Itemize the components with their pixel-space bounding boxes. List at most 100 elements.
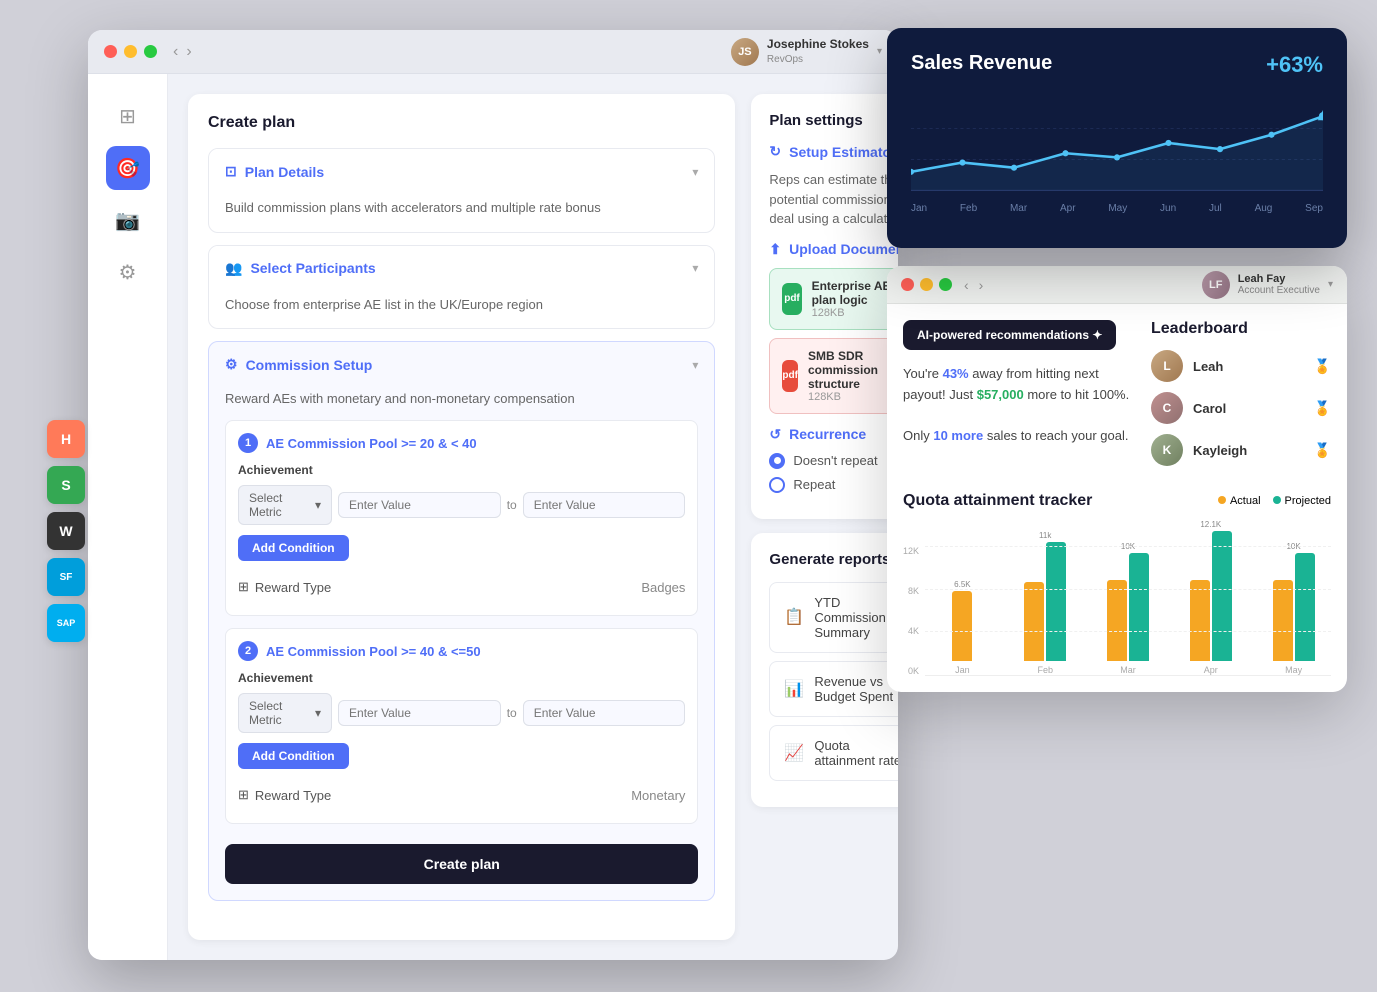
ai-highlight-10more: 10 more [933, 428, 983, 443]
avatar: JS [731, 38, 759, 66]
app-sap[interactable]: SAP [47, 604, 85, 642]
leader-avatar-3: K [1151, 434, 1183, 466]
medal-2: 🏅 [1314, 400, 1331, 417]
app-sheets[interactable]: S [47, 466, 85, 504]
app-salesforce[interactable]: SF [47, 558, 85, 596]
sidebar-item-grid[interactable]: ⊞ [106, 94, 150, 138]
maximize-button-2[interactable] [939, 278, 952, 291]
tier-2-to: to [507, 706, 517, 720]
sidebar: ⊞ 🎯 📷 ⚙ [88, 74, 168, 960]
tier-1-metric-select[interactable]: Select Metric ▾ [238, 485, 332, 525]
upload-document-title: ⬆ Upload Document [769, 241, 898, 258]
back-button[interactable]: ‹ [173, 43, 178, 61]
sidebar-item-target[interactable]: 🎯 [106, 146, 150, 190]
bar-group-4: 12.1K Apr [1173, 520, 1248, 675]
tier-1-to: to [507, 498, 517, 512]
upload-document-header[interactable]: ⬆ Upload Document ▴ [769, 241, 898, 258]
quota-chart-container: 12K 8K 4K 0K [903, 526, 1331, 676]
leader-name-2: Carol [1193, 401, 1304, 416]
report-item-quota[interactable]: 📈 Quota attainment rates [769, 725, 898, 781]
bar-group-2: 11k Feb [1008, 531, 1083, 675]
recurrence-option-2[interactable]: Repeat [769, 477, 898, 493]
bar-actual-1 [952, 591, 972, 661]
sales-percent: +63% [1266, 52, 1323, 78]
quota-section: Quota attainment tracker Actual Projecte… [903, 492, 1331, 676]
main-content: Create plan ⊡ Plan Details ▾ Build commi… [168, 74, 898, 960]
plan-settings-card: Plan settings ↻ Setup Estimator ▴ Reps c… [751, 94, 898, 519]
tier-1-achievement-label: Achievement [238, 463, 685, 477]
quota-title: Quota attainment tracker [903, 492, 1092, 510]
main-window: ‹ › JS Josephine Stokes RevOps ▾ ⊞ 🎯 📷 ⚙ [88, 30, 898, 960]
tier-1-label: AE Commission Pool >= 20 & < 40 [266, 436, 477, 451]
bar-group-3: 10K Mar [1091, 542, 1166, 675]
estimator-icon: ↻ [769, 143, 781, 160]
create-plan-title: Create plan [208, 114, 715, 132]
maximize-button[interactable] [144, 45, 157, 58]
second-user-role: Account Executive [1238, 285, 1320, 296]
close-button[interactable] [104, 45, 117, 58]
doc-2-info: SMB SDR commission structure 128KB [808, 349, 894, 403]
tier-1-add-condition-button[interactable]: Add Condition [238, 535, 349, 561]
plan-details-body: Build commission plans with accelerators… [209, 194, 714, 232]
app-hubspot[interactable]: H [47, 420, 85, 458]
tier-2-add-condition-button[interactable]: Add Condition [238, 743, 349, 769]
sales-chart-header: Sales Revenue +63% [911, 52, 1323, 78]
plan-settings-column: Plan settings ↻ Setup Estimator ▴ Reps c… [751, 94, 898, 940]
tier-1-enter-value-1[interactable] [338, 492, 501, 518]
tier-2-metric-row: Select Metric ▾ to [238, 693, 685, 733]
bars-area: 6.5K Jan 11k [925, 546, 1331, 676]
setup-estimator-header[interactable]: ↻ Setup Estimator ▴ [769, 143, 898, 160]
generate-reports-title: Generate reports [769, 551, 898, 568]
user-pill[interactable]: JS Josephine Stokes RevOps ▾ [731, 37, 882, 66]
tier-2-header: 2 AE Commission Pool >= 40 & <=50 [238, 641, 685, 661]
recurrence-header[interactable]: ↺ Recurrence ▴ [769, 426, 898, 443]
report-quota-label: Quota attainment rates [814, 738, 898, 768]
bar-projected-2 [1046, 542, 1066, 661]
recurrence-section: ↺ Recurrence ▴ Doesn't repeat [769, 426, 898, 493]
report-item-revenue[interactable]: 📊 Revenue vs Budget Spent [769, 661, 898, 717]
setup-estimator-title: ↻ Setup Estimator [769, 143, 896, 160]
plan-details-accordion: ⊡ Plan Details ▾ Build commission plans … [208, 148, 715, 233]
tier-2-metric-select[interactable]: Select Metric ▾ [238, 693, 332, 733]
radio-repeat[interactable] [769, 477, 785, 493]
y-axis-labels: 12K 8K 4K 0K [903, 546, 919, 676]
doc-1-info: Enterprise AE plan logic 128KB [812, 279, 895, 319]
close-button-2[interactable] [901, 278, 914, 291]
recurrence-option-1[interactable]: Doesn't repeat [769, 453, 898, 469]
tier-1-enter-value-2[interactable] [523, 492, 686, 518]
doc-1-left: pdf Enterprise AE plan logic 128KB [782, 279, 894, 319]
forward-button[interactable]: › [186, 43, 191, 61]
tier-2-block: 2 AE Commission Pool >= 40 & <=50 Achiev… [225, 628, 698, 824]
bar-projected-5 [1295, 553, 1315, 661]
quota-report-icon: 📈 [784, 743, 804, 763]
medal-3: 🏅 [1314, 442, 1331, 459]
bar-actual-4 [1190, 580, 1210, 661]
minimize-button[interactable] [124, 45, 137, 58]
bar-actual-3 [1107, 580, 1127, 661]
plan-details-icon: ⊡ [225, 163, 237, 180]
create-plan-button[interactable]: Create plan [225, 844, 698, 884]
titlebar: ‹ › JS Josephine Stokes RevOps ▾ [88, 30, 898, 74]
select-participants-header[interactable]: 👥 Select Participants ▾ [209, 246, 714, 291]
tier-2-enter-value-2[interactable] [523, 700, 686, 726]
sales-title: Sales Revenue [911, 52, 1052, 75]
avatar-2: LF [1202, 271, 1230, 299]
minimize-button-2[interactable] [920, 278, 933, 291]
sidebar-item-settings[interactable]: ⚙ [106, 250, 150, 294]
back-button-2[interactable]: ‹ [964, 277, 969, 293]
commission-setup-header[interactable]: ⚙ Commission Setup ▾ [209, 342, 714, 387]
user-role: RevOps [767, 53, 869, 66]
plan-details-header[interactable]: ⊡ Plan Details ▾ [209, 149, 714, 194]
leader-avatar-2: C [1151, 392, 1183, 424]
ai-badge: AI-powered recommendations ✦ [903, 320, 1116, 350]
tier-2-number: 2 [238, 641, 258, 661]
report-item-ytd[interactable]: 📋 YTD Commission Summary [769, 582, 898, 653]
chevron-down-icon: ▾ [692, 165, 698, 179]
radio-doesnt-repeat[interactable] [769, 453, 785, 469]
second-window: ‹ › LF Leah Fay Account Executive ▾ [887, 266, 1347, 692]
tier-2-enter-value-1[interactable] [338, 700, 501, 726]
sidebar-item-camera[interactable]: 📷 [106, 198, 150, 242]
forward-button-2[interactable]: › [979, 277, 984, 293]
bar-projected-3 [1129, 553, 1149, 661]
app-notion[interactable]: W [47, 512, 85, 550]
